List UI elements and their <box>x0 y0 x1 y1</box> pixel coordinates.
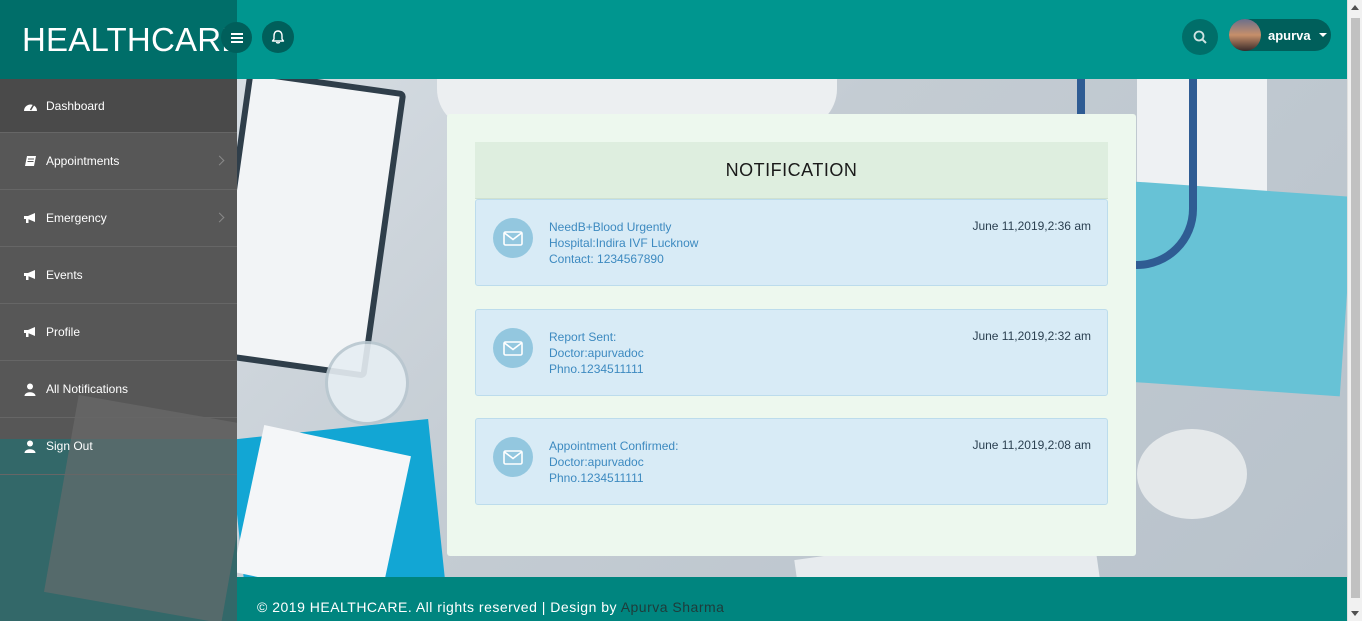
top-navbar: HEALTHCARE apurva <box>0 0 1347 79</box>
sidebar-item-label: Events <box>46 268 83 282</box>
notification-line: Appointment Confirmed: <box>549 439 679 453</box>
notification-line: Contact: 1234567890 <box>549 252 664 266</box>
bell-icon <box>271 30 285 44</box>
page-title: NOTIFICATION <box>725 159 858 180</box>
footer: © 2019 HEALTHCARE. All rights reserved |… <box>237 577 1347 621</box>
dashboard-icon <box>22 99 38 113</box>
copyright-text: © 2019 HEALTHCARE. All rights reserved |… <box>257 599 724 615</box>
sidebar-item-emergency[interactable]: Emergency <box>0 190 237 247</box>
avatar <box>1229 19 1261 51</box>
notifications-button[interactable] <box>262 21 294 53</box>
envelope-icon <box>493 218 533 258</box>
sidebar-item-dashboard[interactable]: Dashboard <box>0 79 237 133</box>
sidebar-item-appointments[interactable]: Appointments <box>0 133 237 190</box>
sidebar: Dashboard Appointments Emergency Events … <box>0 79 237 621</box>
brand-area: HEALTHCARE <box>0 0 237 79</box>
clipboard-shape <box>237 79 407 379</box>
hamburger-icon <box>230 36 243 39</box>
sidebar-item-all-notifications[interactable]: All Notifications <box>0 361 237 418</box>
bullhorn-icon <box>22 325 38 339</box>
notification-item[interactable]: Report Sent: Doctor:apurvadoc Phno.12345… <box>475 309 1108 396</box>
notification-line: Hospital:Indira IVF Lucknow <box>549 236 699 250</box>
footer-copyright: © 2019 HEALTHCARE. All rights reserved |… <box>257 599 618 615</box>
bullhorn-icon <box>22 211 38 225</box>
panel-header: NOTIFICATION <box>475 142 1108 199</box>
user-icon <box>22 439 38 453</box>
sidebar-item-label: All Notifications <box>46 382 129 396</box>
notification-message: Appointment Confirmed: Doctor:apurvadoc … <box>549 438 678 486</box>
notification-line: Doctor:apurvadoc <box>549 346 644 360</box>
chevron-right-icon <box>214 155 225 166</box>
designer-link[interactable]: Apurva Sharma <box>621 599 725 615</box>
notification-message: Report Sent: Doctor:apurvadoc Phno.12345… <box>549 329 644 377</box>
sidebar-item-profile[interactable]: Profile <box>0 304 237 361</box>
sidebar-item-label: Emergency <box>46 211 107 225</box>
username: apurva <box>1268 27 1311 43</box>
vertical-scrollbar[interactable] <box>1347 0 1362 621</box>
scroll-down-icon[interactable] <box>1351 611 1359 616</box>
menu-toggle-button[interactable] <box>221 22 252 53</box>
chevron-right-icon <box>214 212 225 223</box>
notification-line: Phno.1234511111 <box>549 471 644 485</box>
sidebar-item-label: Dashboard <box>46 98 105 113</box>
user-icon <box>22 382 38 396</box>
book-icon <box>22 154 38 168</box>
notification-message: NeedB+Blood Urgently Hospital:Indira IVF… <box>549 219 698 267</box>
sidebar-item-label: Profile <box>46 325 81 339</box>
scrollbar-thumb[interactable] <box>1351 18 1360 598</box>
user-menu[interactable]: apurva <box>1229 19 1331 51</box>
notification-line: Report Sent: <box>549 330 617 344</box>
envelope-icon <box>493 437 533 477</box>
sidebar-item-sign-out[interactable]: Sign Out <box>0 418 237 475</box>
search-button[interactable] <box>1182 19 1218 55</box>
scroll-up-icon[interactable] <box>1351 5 1359 10</box>
notification-line: NeedB+Blood Urgently <box>549 220 672 234</box>
bullhorn-icon <box>22 268 38 282</box>
notification-time: June 11,2019,2:08 am <box>972 438 1091 452</box>
search-icon <box>1193 30 1207 44</box>
sidebar-item-label: Appointments <box>46 154 120 168</box>
sidebar-item-events[interactable]: Events <box>0 247 237 304</box>
glass-shape <box>325 341 409 425</box>
envelope-icon <box>493 328 533 368</box>
cup-shape <box>1137 429 1247 519</box>
caret-down-icon <box>1318 33 1327 37</box>
notification-line: Phno.1234511111 <box>549 362 644 376</box>
notification-panel: NOTIFICATION NeedB+Blood Urgently Hospit… <box>447 114 1136 556</box>
brand-logo[interactable]: HEALTHCARE <box>22 21 237 59</box>
notification-item[interactable]: NeedB+Blood Urgently Hospital:Indira IVF… <box>475 199 1108 286</box>
notification-line: Doctor:apurvadoc <box>549 455 644 469</box>
sidebar-item-label: Sign Out <box>46 439 93 453</box>
notification-item[interactable]: Appointment Confirmed: Doctor:apurvadoc … <box>475 418 1108 505</box>
notification-time: June 11,2019,2:36 am <box>972 219 1091 233</box>
notification-time: June 11,2019,2:32 am <box>972 329 1091 343</box>
